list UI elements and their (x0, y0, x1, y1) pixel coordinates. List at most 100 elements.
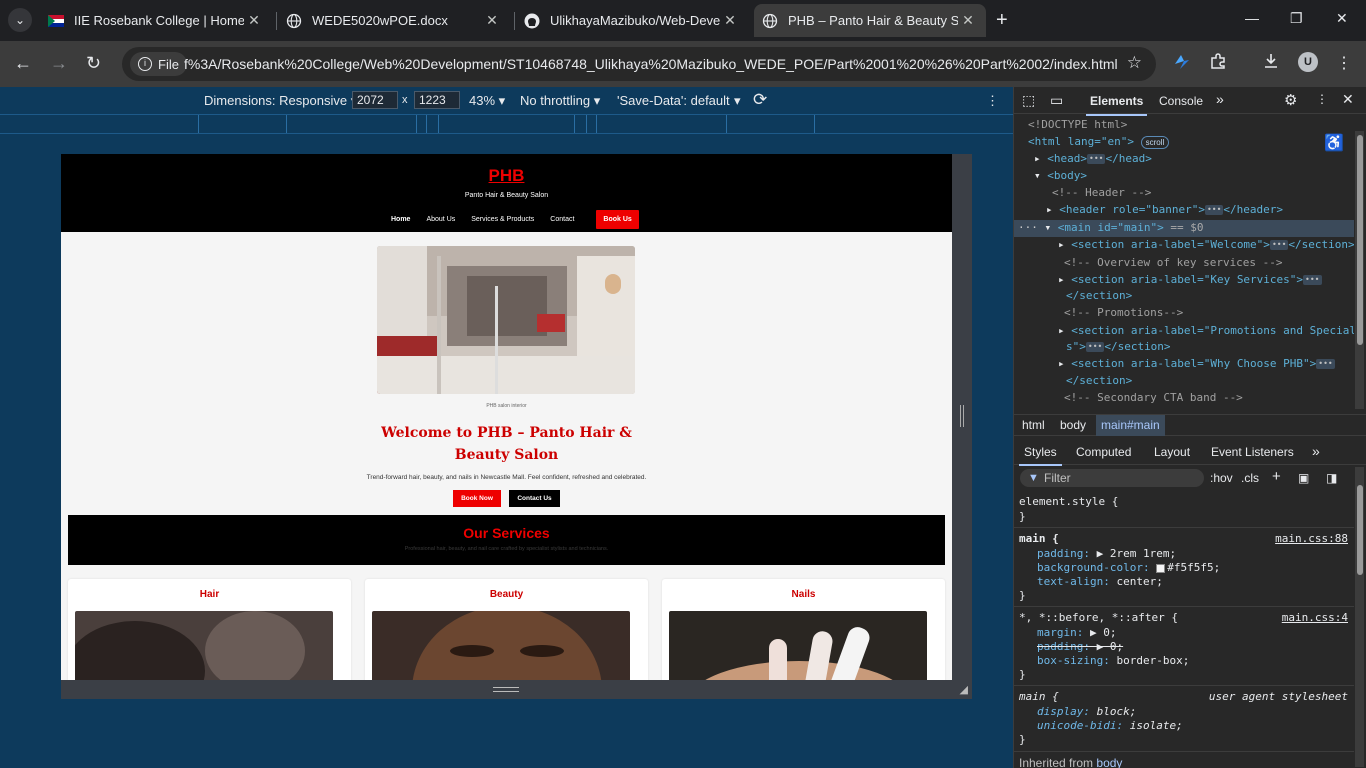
restore-icon[interactable]: ❐ (1290, 10, 1303, 27)
close-window-icon[interactable]: ✕ (1336, 10, 1348, 27)
dom-line-selected[interactable]: ··· ▾ <main id="main"> == $0 (1018, 221, 1203, 234)
close-devtools-icon[interactable]: ✕ (1342, 91, 1354, 108)
rule-selector[interactable]: *, *::before, *::after { (1019, 611, 1178, 624)
more-subtabs-icon[interactable]: » (1312, 443, 1320, 459)
media-query-ruler[interactable] (0, 114, 1013, 134)
zoom-dropdown[interactable]: 43% ▾ (469, 93, 505, 109)
dom-line[interactable]: </section> (1066, 374, 1132, 387)
avatar[interactable]: U (1298, 52, 1318, 72)
tab-phb-active[interactable]: PHB – Panto Hair & Beauty Salo ✕ (754, 4, 986, 37)
forward-icon[interactable]: → (50, 53, 68, 74)
dom-line[interactable]: ▸ <section aria-label="Promotions and Sp… (1058, 324, 1354, 337)
tab-elements[interactable]: Elements (1085, 94, 1148, 116)
crumb-main[interactable]: main#main (1096, 415, 1165, 436)
dom-line[interactable]: ▸ <section aria-label="Why Choose PHB"> •… (1058, 357, 1335, 370)
resize-corner-icon[interactable]: ◢ (960, 683, 968, 696)
dimensions-dropdown[interactable]: Dimensions: Responsive ▾ (204, 93, 357, 109)
nav-services[interactable]: Services & Products (471, 216, 534, 223)
dom-scrollbar-thumb[interactable] (1357, 135, 1363, 345)
book-now-button[interactable]: Book Now (453, 490, 501, 507)
tab-layout[interactable]: Layout (1154, 445, 1190, 459)
dom-line[interactable]: <!-- Promotions--> (1064, 306, 1183, 319)
dom-line[interactable]: ▸ <section aria-label="Welcome"> ••• </sec… (1058, 238, 1354, 251)
height-input[interactable]: 1223 (414, 91, 460, 109)
tab-github[interactable]: UlikhayaMazibuko/Web-Develo ✕ (516, 4, 748, 37)
source-link[interactable]: main.css:4 (1282, 611, 1348, 624)
url-text[interactable]: f%3A/Rosebank%20College/Web%20Developmen… (184, 56, 1118, 72)
save-data-dropdown[interactable]: 'Save-Data': default (617, 93, 730, 108)
service-card-beauty[interactable]: Beauty (365, 579, 648, 680)
rule-selector[interactable]: main { (1019, 532, 1059, 545)
back-icon[interactable]: ← (14, 53, 32, 74)
css-declaration[interactable]: margin: ▶ 0; (1037, 626, 1116, 639)
resize-grip-icon[interactable] (960, 405, 964, 427)
throttling-dropdown[interactable]: No throttling ▾ (520, 93, 600, 109)
nav-about[interactable]: About Us (426, 216, 455, 223)
cls-toggle[interactable]: .cls (1241, 471, 1259, 485)
hov-toggle[interactable]: :hov (1210, 471, 1233, 485)
add-rule-icon[interactable]: + (1272, 468, 1281, 485)
inspect-element-icon[interactable]: ⬚ (1022, 92, 1035, 109)
styles-scrollbar-thumb[interactable] (1357, 485, 1363, 575)
dom-line[interactable]: ▸ <section aria-label="Key Services"> ••• (1058, 273, 1322, 286)
tab-wede-docx[interactable]: WEDE5020wPOE.docx ✕ (278, 4, 510, 37)
address-bar[interactable]: i File f%3A/Rosebank%20College/Web%20Dev… (122, 47, 1156, 81)
copilot-icon[interactable] (1172, 52, 1192, 77)
css-declaration[interactable]: box-sizing: border-box; (1037, 654, 1189, 667)
nav-contact[interactable]: Contact (550, 216, 574, 223)
rule-selector[interactable]: main { (1019, 690, 1059, 703)
dom-line[interactable]: <html lang="en"> scroll (1028, 135, 1170, 149)
dom-line[interactable]: ▾ <body> (1034, 169, 1087, 182)
book-us-button[interactable]: Book Us (596, 210, 639, 229)
tab-console[interactable]: Console (1159, 94, 1203, 108)
styles-filter-input[interactable]: ▼ Filter (1020, 469, 1204, 487)
accessibility-icon[interactable]: ♿ (1324, 133, 1344, 153)
more-menu-icon[interactable]: ⋮ (1336, 53, 1352, 73)
device-toggle-icon[interactable]: ▭ (1050, 92, 1063, 109)
tab-search-button[interactable]: ⌄ (8, 8, 32, 32)
css-declaration-overridden[interactable]: padding: ▶ 0; (1037, 640, 1123, 653)
dom-line[interactable]: </section> (1066, 289, 1132, 302)
resize-grip-icon[interactable] (493, 687, 519, 692)
width-input[interactable]: 2072 (352, 91, 398, 109)
source-link[interactable]: main.css:88 (1275, 532, 1348, 545)
nav-home[interactable]: Home (391, 216, 410, 223)
minimize-icon[interactable]: — (1245, 10, 1259, 26)
crumb-body[interactable]: body (1060, 418, 1086, 432)
inherited-body-link[interactable]: body (1096, 756, 1122, 768)
crumb-html[interactable]: html (1022, 418, 1045, 432)
extensions-icon[interactable] (1209, 52, 1227, 75)
reload-icon[interactable]: ↻ (86, 53, 101, 74)
rotate-icon[interactable]: ⟳ (753, 90, 767, 110)
paint-icon[interactable]: ▣ (1298, 471, 1309, 485)
site-logo[interactable]: PHB (61, 166, 952, 186)
dom-line[interactable]: <!DOCTYPE html> (1028, 118, 1127, 131)
close-icon[interactable]: ✕ (958, 12, 978, 29)
rule-selector[interactable]: element.style { (1019, 495, 1118, 508)
css-declaration[interactable]: text-align: center; (1037, 575, 1163, 588)
service-card-hair[interactable]: Hair (68, 579, 351, 680)
dom-line[interactable]: <!-- Header --> (1052, 186, 1151, 199)
service-card-nails[interactable]: Nails (662, 579, 945, 680)
chevron-down-icon[interactable]: ▾ (734, 93, 741, 109)
device-more-icon[interactable]: ⋮ (986, 93, 999, 109)
download-icon[interactable] (1262, 52, 1280, 75)
dom-line[interactable]: ▸ <header role="banner"> ••• </header> (1046, 203, 1283, 216)
devtools-menu-icon[interactable]: ⋮ (1316, 92, 1328, 106)
tab-event-listeners[interactable]: Event Listeners (1211, 445, 1294, 459)
bookmark-star-icon[interactable]: ☆ (1127, 53, 1142, 73)
tab-styles[interactable]: Styles (1019, 445, 1062, 466)
css-declaration[interactable]: background-color: #f5f5f5; (1037, 561, 1220, 574)
close-icon[interactable]: ✕ (720, 12, 740, 29)
new-tab-button[interactable]: + (996, 9, 1008, 32)
tab-computed[interactable]: Computed (1076, 445, 1131, 459)
dom-line[interactable]: ▸ <head> ••• </head> (1034, 152, 1152, 165)
dom-line[interactable]: <!-- Overview of key services --> (1064, 256, 1283, 269)
more-tabs-icon[interactable]: » (1216, 91, 1224, 107)
close-icon[interactable]: ✕ (244, 12, 264, 29)
site-info-chip[interactable]: i File (130, 52, 187, 76)
viewport-resize-handle-bottom[interactable]: ◢ (61, 680, 972, 699)
sidebar-toggle-icon[interactable]: ◨ (1326, 471, 1337, 485)
tab-rosebank[interactable]: IIE Rosebank College | Home - I ✕ (40, 4, 272, 37)
css-declaration[interactable]: padding: ▶ 2rem 1rem; (1037, 547, 1176, 560)
